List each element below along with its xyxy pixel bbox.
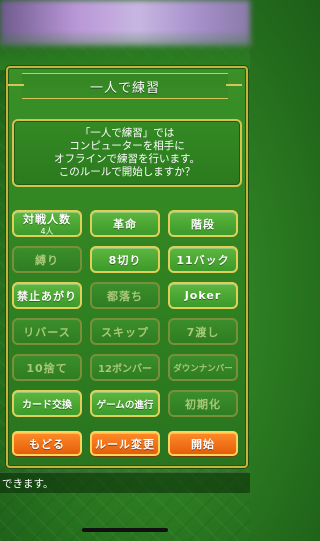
rule-label: 階段 (191, 217, 215, 231)
rule-skip[interactable]: スキップ (90, 318, 160, 345)
rule-twelve-bomber[interactable]: 12ボンバー (90, 354, 160, 381)
rule-stairs[interactable]: 階段 (168, 210, 238, 237)
home-indicator[interactable] (82, 528, 168, 532)
rule-label: 8切り (108, 253, 142, 267)
rule-label: 縛り (35, 253, 59, 267)
rule-label: 11バック (176, 253, 230, 267)
info-bar: できます。 (0, 472, 250, 493)
rule-ten-discard[interactable]: 10捨て (12, 354, 82, 381)
rule-game-progress[interactable]: ゲームの進行 (90, 390, 160, 417)
info-text: できます。 (2, 477, 54, 490)
rule-label: リバース (23, 325, 71, 339)
dialog-message: 「一人で練習」では コンピューターを相手に オフラインで練習を行います。 このル… (54, 127, 200, 178)
rule-label: Joker (184, 289, 222, 302)
message-box: 「一人で練習」では コンピューターを相手に オフラインで練習を行います。 このル… (12, 119, 242, 187)
rule-label: カード交換 (22, 400, 72, 411)
title-ornament-left (8, 84, 24, 86)
rule-label: ダウンナンバー (173, 363, 233, 374)
rule-label: 対戦人数 (23, 213, 71, 226)
rule-label: スキップ (101, 325, 149, 339)
rule-label: 7渡し (186, 325, 220, 339)
title-ornament-right (226, 84, 242, 86)
rule-label: 12ボンバー (98, 364, 152, 375)
rule-card-exchange[interactable]: カード交換 (12, 390, 82, 417)
rule-label: 都落ち (107, 289, 143, 303)
back-button[interactable]: もどる (12, 431, 82, 456)
rule-label: 初期化 (185, 397, 221, 411)
start-button-label: 開始 (191, 437, 215, 451)
rule-joker[interactable]: Joker (168, 282, 238, 309)
rule-player-count[interactable]: 対戦人数 4人 (12, 210, 82, 237)
dialog-title: 一人で練習 (89, 80, 160, 96)
rule-forbidden-finish[interactable]: 禁止あがり (12, 282, 82, 309)
rule-label: 10捨て (26, 361, 68, 375)
rule-lock[interactable]: 縛り (12, 246, 82, 273)
rule-sublabel: 4人 (40, 227, 54, 236)
rule-reset[interactable]: 初期化 (168, 390, 238, 417)
rule-capital-fall[interactable]: 都落ち (90, 282, 160, 309)
rule-label: ゲームの進行 (96, 399, 154, 411)
rule-label: 禁止あがり (17, 289, 77, 303)
rule-seven-pass[interactable]: 7渡し (168, 318, 238, 345)
rule-label: 革命 (113, 217, 137, 231)
rule-down-number[interactable]: ダウンナンバー (168, 354, 238, 381)
start-button[interactable]: 開始 (168, 431, 238, 456)
change-rules-button-label: ルール変更 (95, 437, 155, 451)
header-fade (0, 30, 250, 70)
dialog-title-bar: 一人で練習 (8, 73, 242, 99)
rule-eight-cut[interactable]: 8切り (90, 246, 160, 273)
rule-reverse[interactable]: リバース (12, 318, 82, 345)
change-rules-button[interactable]: ルール変更 (90, 431, 160, 456)
rule-eleven-back[interactable]: 11バック (168, 246, 238, 273)
back-button-label: もどる (29, 437, 65, 451)
rule-revolution[interactable]: 革命 (90, 210, 160, 237)
